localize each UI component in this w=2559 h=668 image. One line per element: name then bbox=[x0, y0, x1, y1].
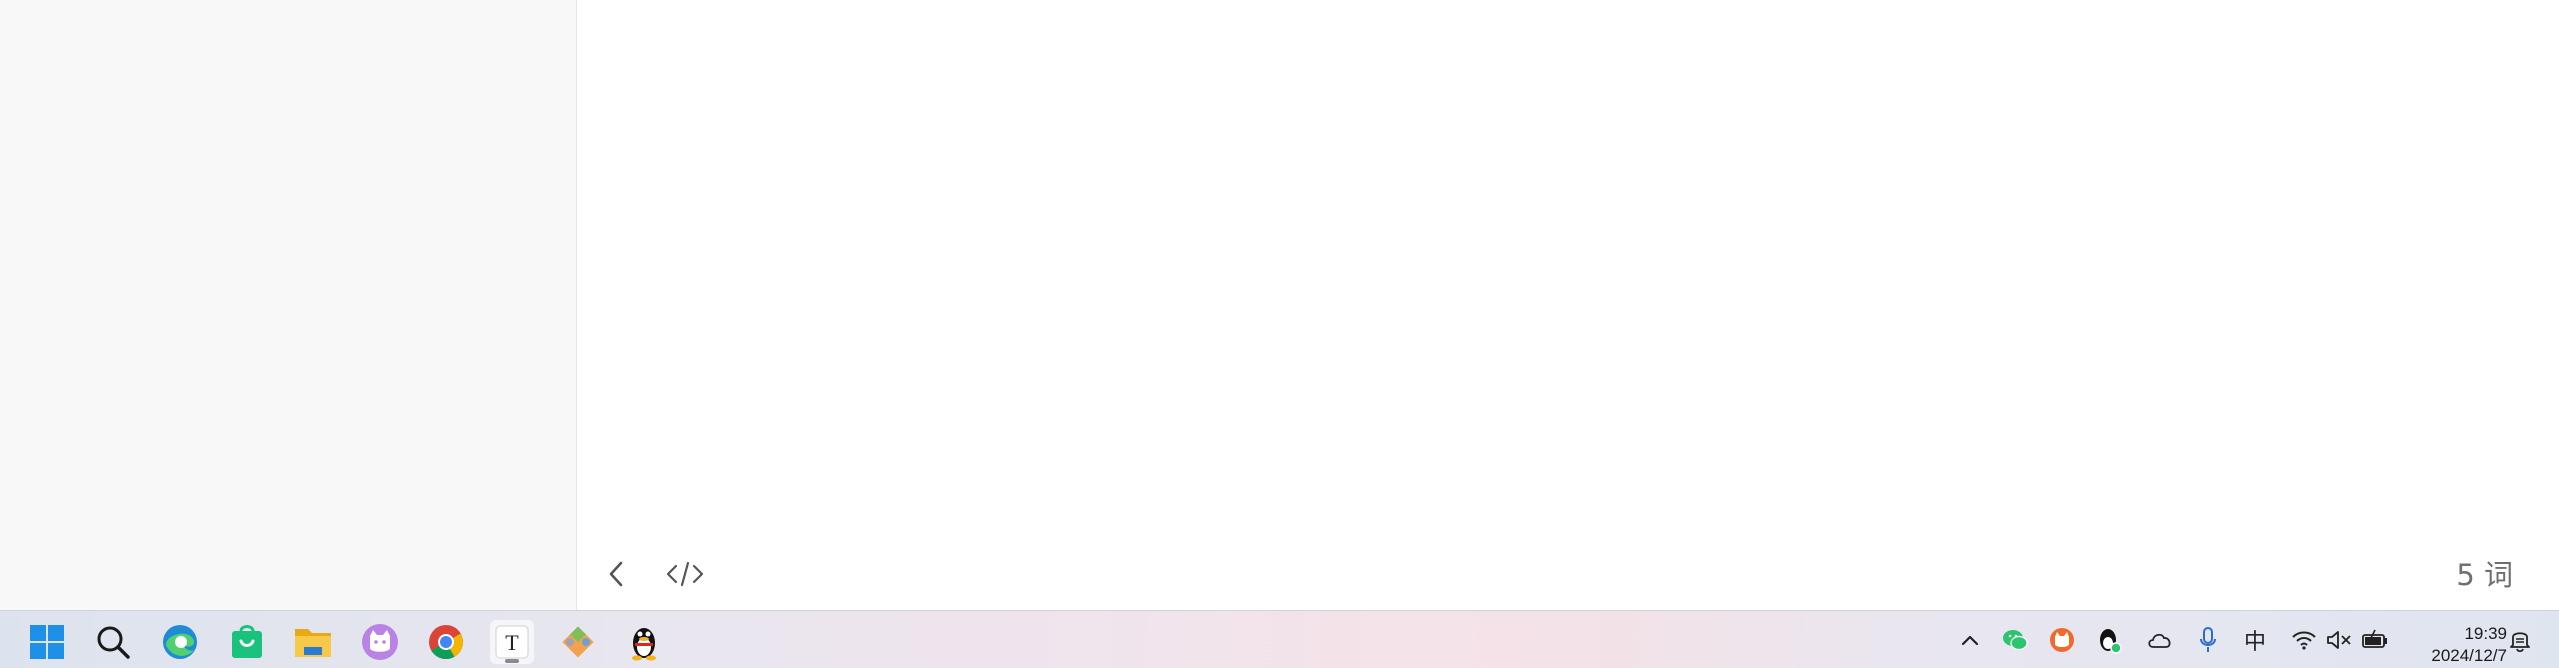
qq-penguin-icon bbox=[632, 628, 656, 661]
clock-date: 2024/12/7 bbox=[2431, 646, 2507, 665]
active-indicator bbox=[505, 659, 519, 663]
typora-window: 5 词 bbox=[0, 0, 2559, 610]
clock[interactable]: 19:39 2024/12/7 bbox=[2431, 623, 2507, 667]
ime-label: 中 bbox=[2243, 629, 2266, 654]
bell-icon bbox=[2510, 632, 2530, 653]
volume-tray-icon[interactable] bbox=[2324, 625, 2354, 655]
sidebar-toggle-button[interactable] bbox=[597, 556, 637, 592]
chevron-up-icon bbox=[1961, 635, 1979, 646]
notification-button[interactable] bbox=[2505, 625, 2535, 655]
chevron-left-icon bbox=[609, 561, 623, 587]
cloud-icon bbox=[2148, 633, 2171, 648]
onedrive-tray-icon[interactable] bbox=[2145, 625, 2175, 655]
cat-tray-icon[interactable] bbox=[2047, 625, 2077, 655]
taskbar: T 中 19:39 2024/12/7 bbox=[0, 610, 2559, 668]
wechat-icon bbox=[2003, 630, 2028, 651]
qq-status-icon bbox=[2100, 629, 2122, 654]
chrome-app[interactable] bbox=[424, 620, 468, 664]
typora-app[interactable]: T bbox=[490, 620, 534, 664]
wifi-icon bbox=[2292, 631, 2316, 650]
code-icon bbox=[666, 561, 704, 587]
wifi-tray-icon[interactable] bbox=[2289, 625, 2319, 655]
file-sidebar[interactable] bbox=[0, 0, 577, 610]
wechat-tray-icon[interactable] bbox=[2000, 625, 2030, 655]
qq-app[interactable] bbox=[622, 620, 666, 664]
edge-app[interactable] bbox=[158, 620, 202, 664]
chrome-icon bbox=[429, 625, 463, 659]
search-icon bbox=[97, 626, 130, 659]
orange-cat-icon bbox=[2050, 628, 2074, 652]
word-count[interactable]: 5 词 bbox=[2456, 557, 2513, 593]
explorer-app[interactable] bbox=[291, 620, 335, 664]
edge-icon bbox=[163, 625, 197, 659]
cat-app[interactable] bbox=[358, 620, 402, 664]
qq-tray-icon[interactable] bbox=[2094, 625, 2124, 655]
battery-tray-icon[interactable] bbox=[2360, 625, 2390, 655]
show-hidden-icons-button[interactable] bbox=[1955, 625, 1985, 655]
volume-muted-icon bbox=[2327, 631, 2351, 649]
folder-icon bbox=[295, 629, 331, 657]
microphone-icon bbox=[2200, 627, 2216, 652]
cat-icon bbox=[362, 624, 398, 660]
git-icon bbox=[562, 626, 594, 658]
ime-indicator[interactable]: 中 bbox=[2240, 625, 2270, 655]
start-button[interactable] bbox=[25, 620, 69, 664]
clock-time: 19:39 bbox=[2464, 624, 2507, 643]
microphone-tray-icon[interactable] bbox=[2193, 625, 2223, 655]
windows-logo-icon bbox=[30, 625, 64, 659]
editor-pane[interactable]: 5 词 bbox=[577, 0, 2559, 610]
battery-charging-icon bbox=[2362, 629, 2387, 648]
git-app[interactable] bbox=[556, 620, 600, 664]
typora-icon: T bbox=[495, 625, 529, 659]
shopping-bag-icon bbox=[232, 625, 262, 658]
source-mode-button[interactable] bbox=[663, 556, 707, 592]
store-app[interactable] bbox=[225, 620, 269, 664]
typora-letter: T bbox=[505, 630, 519, 655]
search-button[interactable] bbox=[91, 620, 135, 664]
